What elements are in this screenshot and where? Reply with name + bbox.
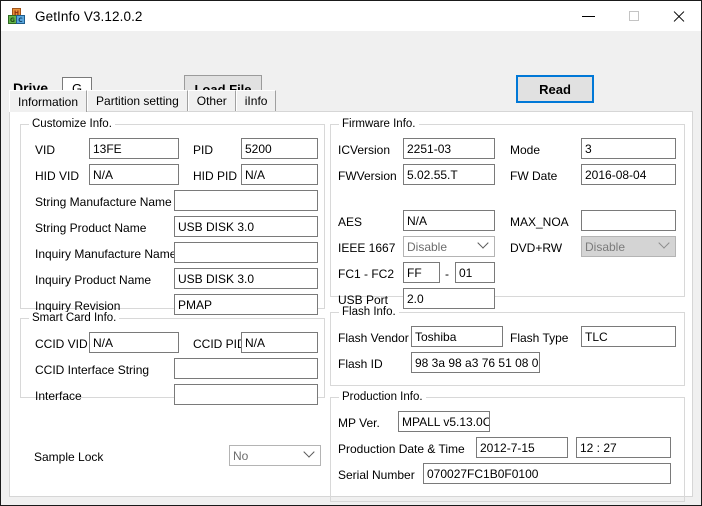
minimize-icon (582, 15, 595, 17)
serial-number-input[interactable]: 070027FC1B0F0100 (423, 463, 671, 484)
pid-label: PID (193, 143, 214, 157)
svg-text:C: C (18, 17, 23, 24)
customize-info-group: Customize Info. VID 13FE PID 5200 HID VI… (20, 118, 325, 315)
inquiry-revision-input[interactable]: PMAP (174, 294, 318, 315)
smart-card-info-title: Smart Card Info. (29, 312, 120, 324)
ccid-vid-input[interactable]: N/A (89, 332, 179, 353)
ieee-1667-dropdown[interactable]: Disable (403, 236, 495, 257)
production-info-title: Production Info. (339, 391, 426, 403)
production-info-group: Production Info. MP Ver. MPALL v5.13.0C … (330, 391, 685, 502)
svg-text:G: G (10, 17, 15, 24)
vid-label: VID (35, 143, 56, 157)
hid-vid-input[interactable]: N/A (89, 164, 179, 185)
blocks-icon: H G C (8, 7, 26, 25)
fc2-input[interactable]: 01 (455, 262, 495, 283)
fc1-input[interactable]: FF (403, 262, 440, 283)
information-tab-page: Customize Info. VID 13FE PID 5200 HID VI… (9, 111, 693, 502)
dvd-rw-dropdown[interactable]: Disable (581, 236, 676, 257)
chevron-down-icon (303, 445, 315, 458)
inquiry-product-name-label: Inquiry Product Name (35, 273, 152, 287)
ccid-vid-label: CCID VID (35, 337, 88, 351)
max-noa-input[interactable] (581, 210, 676, 231)
max-noa-label: MAX_NOA (510, 215, 569, 229)
ccid-interface-string-input[interactable] (174, 358, 318, 379)
firmware-info-group: Firmware Info. ICVersion 2251-03 Mode 3 … (330, 118, 685, 309)
tab-partition-setting[interactable]: Partition setting (87, 90, 188, 111)
customize-info-title: Customize Info. (29, 118, 115, 130)
mode-input[interactable]: 3 (581, 138, 676, 159)
dvd-rw-value: Disable (585, 239, 626, 254)
flash-info-group: Flash Info. Flash Vendor Toshiba Flash T… (330, 306, 685, 386)
ieee-1667-value: Disable (407, 239, 448, 254)
flash-id-input[interactable]: 98 3a 98 a3 76 51 08 00 (411, 352, 540, 373)
mode-label: Mode (510, 143, 541, 157)
usb-port-input[interactable]: 2.0 (403, 288, 495, 309)
pid-input[interactable]: 5200 (241, 138, 318, 159)
chevron-down-icon (477, 236, 489, 249)
icversion-input[interactable]: 2251-03 (403, 138, 495, 159)
minimize-button[interactable] (566, 1, 611, 31)
serial-number-label: Serial Number (338, 468, 415, 482)
icversion-label: ICVersion (338, 143, 391, 157)
chevron-down-icon (658, 236, 670, 249)
sample-lock-value: No (233, 448, 249, 463)
interface-input[interactable] (174, 384, 318, 405)
ccid-pid-label: CCID PID (193, 337, 246, 351)
maximize-icon (628, 11, 639, 21)
string-product-name-label: String Product Name (35, 221, 147, 235)
fwversion-input[interactable]: 5.02.55.T (403, 164, 495, 185)
tab-other[interactable]: Other (187, 90, 236, 111)
close-icon (672, 10, 685, 23)
inquiry-product-name-input[interactable]: USB DISK 3.0 (174, 268, 318, 289)
maximize-button[interactable] (611, 1, 656, 31)
hid-pid-label: HID PID (193, 169, 238, 183)
tab-iinfo[interactable]: iInfo (235, 90, 277, 111)
firmware-info-title: Firmware Info. (339, 118, 419, 130)
window-controls (566, 1, 701, 31)
string-manufacture-name-input[interactable] (174, 190, 318, 211)
sample-lock-label: Sample Lock (34, 450, 104, 464)
fc-separator: - (445, 267, 449, 281)
production-datetime-label: Production Date & Time (338, 442, 465, 456)
window-title: GetInfo V3.12.0.2 (35, 8, 143, 24)
fc1-fc2-label: FC1 - FC2 (338, 267, 395, 281)
ccid-pid-input[interactable]: N/A (241, 332, 318, 353)
title-bar: H G C GetInfo V3.12.0.2 (1, 1, 701, 31)
toolbar: Drive G Load File Read (1, 31, 701, 103)
fw-date-label: FW Date (510, 169, 558, 183)
mp-ver-label: MP Ver. (338, 416, 380, 430)
inquiry-revision-label: Inquiry Revision (35, 299, 121, 313)
production-date-input[interactable]: 2012-7-15 (476, 437, 568, 458)
fwversion-label: FWVersion (338, 169, 397, 183)
tab-strip: Information Partition setting Other iInf… (9, 89, 701, 112)
inquiry-manufacture-name-input[interactable] (174, 242, 318, 263)
flash-info-title: Flash Info. (339, 306, 399, 318)
interface-label: Interface (35, 389, 82, 403)
dvd-rw-label: DVD+RW (510, 241, 563, 255)
flash-type-input[interactable]: TLC (581, 326, 676, 347)
vid-input[interactable]: 13FE (89, 138, 179, 159)
smart-card-info-group: Smart Card Info. CCID VID N/A CCID PID N… (20, 312, 325, 405)
mp-ver-input[interactable]: MPALL v5.13.0C (398, 411, 490, 432)
flash-type-label: Flash Type (510, 331, 569, 345)
flash-vendor-label: Flash Vendor (338, 331, 409, 345)
production-time-input[interactable]: 12 : 27 (576, 437, 671, 458)
inquiry-manufacture-name-label: Inquiry Manufacture Name (35, 247, 177, 261)
sample-lock-dropdown[interactable]: No (229, 445, 321, 466)
ccid-interface-string-label: CCID Interface String (35, 363, 150, 377)
usb-port-label: USB Port (338, 293, 389, 307)
flash-vendor-input[interactable]: Toshiba (411, 326, 503, 347)
hid-vid-label: HID VID (35, 169, 80, 183)
hid-pid-input[interactable]: N/A (241, 164, 318, 185)
application-window: H G C GetInfo V3.12.0.2 Drive G Load Fil… (0, 0, 702, 506)
flash-id-label: Flash ID (338, 357, 383, 371)
string-manufacture-name-label: String Manufacture Name (35, 195, 172, 209)
ieee-1667-label: IEEE 1667 (338, 241, 396, 255)
close-button[interactable] (656, 1, 701, 31)
fw-date-input[interactable]: 2016-08-04 (581, 164, 676, 185)
tab-information[interactable]: Information (9, 90, 88, 112)
aes-input[interactable]: N/A (403, 210, 495, 231)
string-product-name-input[interactable]: USB DISK 3.0 (174, 216, 318, 237)
aes-label: AES (338, 215, 363, 229)
